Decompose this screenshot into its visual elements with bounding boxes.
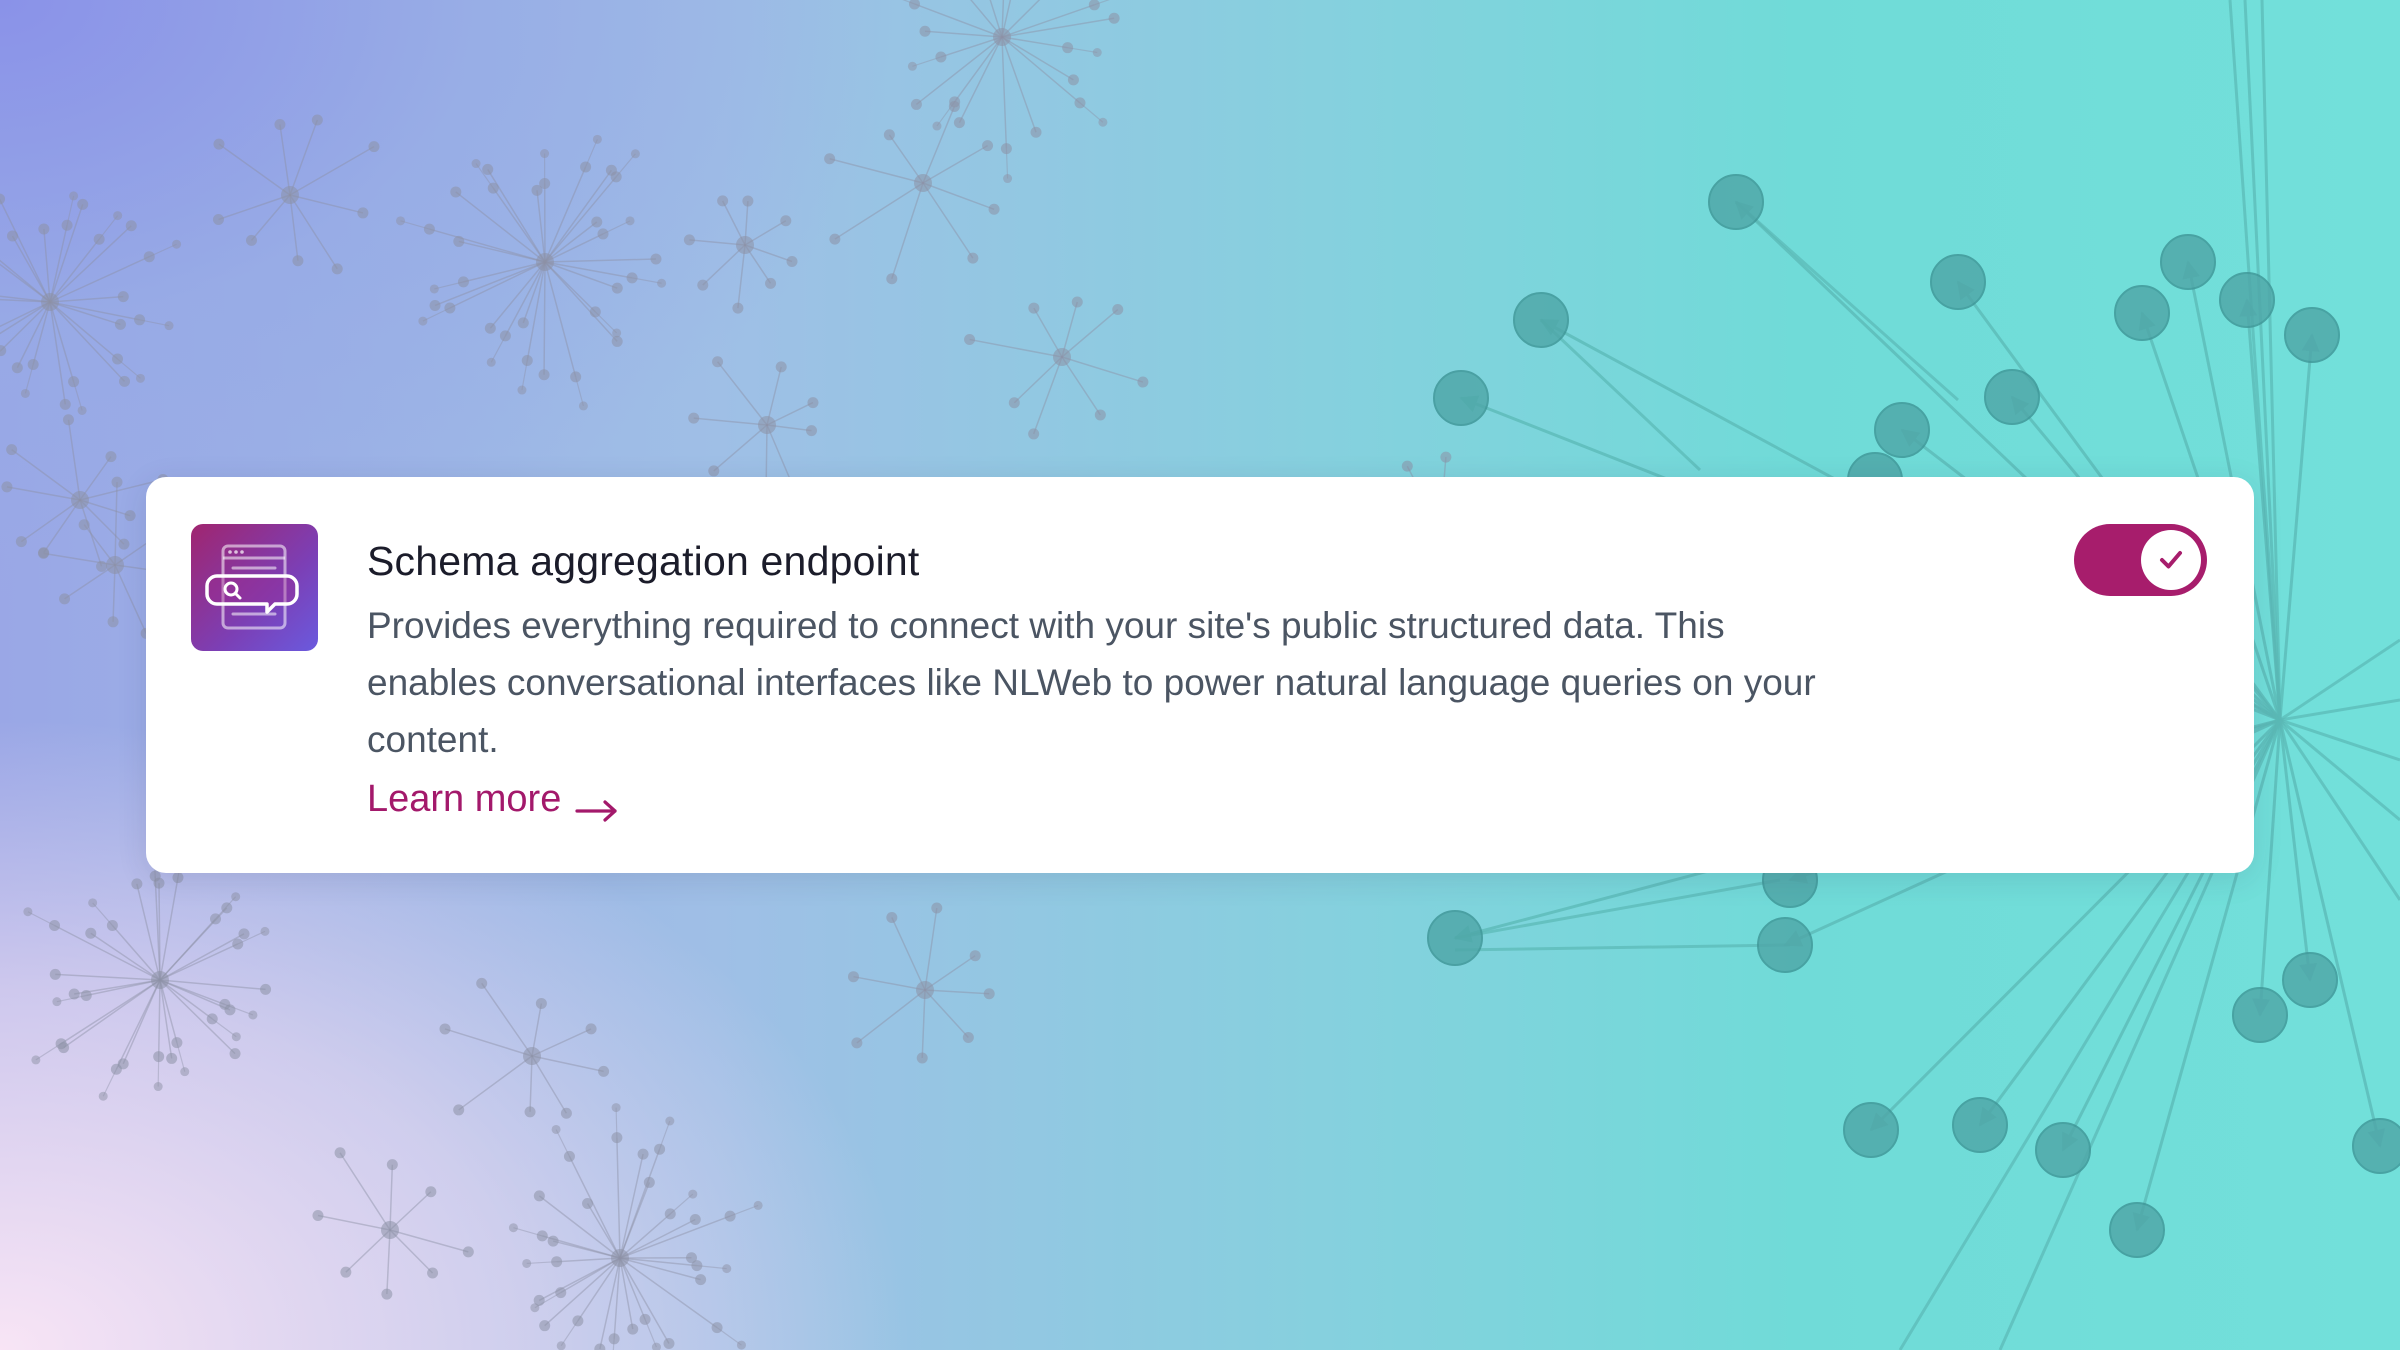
learn-more-label: Learn more	[367, 778, 562, 820]
schema-search-chat-icon	[191, 524, 318, 651]
feature-card: Schema aggregation endpoint Provides eve…	[146, 477, 2254, 873]
arrow-right-icon	[575, 787, 619, 822]
feature-toggle[interactable]	[2074, 524, 2207, 596]
toggle-knob	[2141, 530, 2201, 590]
feature-description: Provides everything required to connect …	[367, 605, 1816, 760]
check-icon	[2160, 551, 2182, 569]
feature-title: Schema aggregation endpoint	[367, 538, 920, 584]
learn-more-link[interactable]: Learn more	[367, 775, 619, 823]
